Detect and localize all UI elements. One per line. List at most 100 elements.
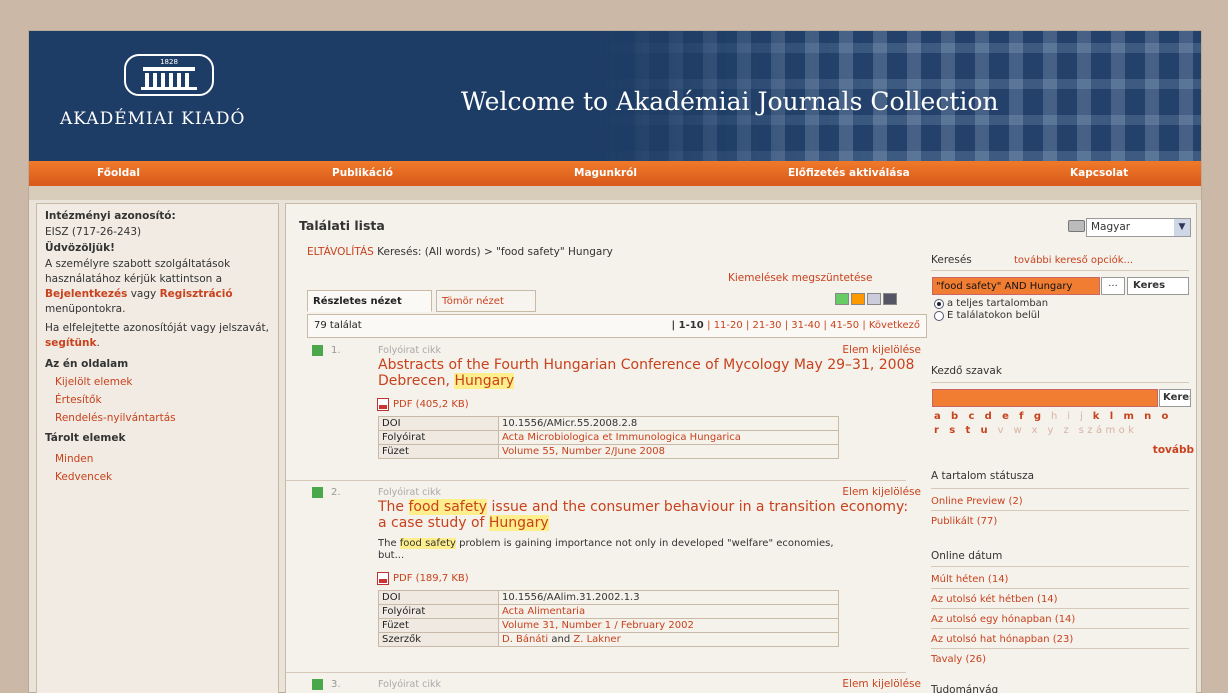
- page-link-11-20[interactable]: | 11-20: [707, 320, 746, 331]
- filter-online-preview[interactable]: Online Preview (2): [931, 496, 1023, 507]
- result-checkbox-icon[interactable]: [312, 679, 323, 690]
- result-title-link[interactable]: Abstracts of the Fourth Hungarian Confer…: [378, 357, 918, 389]
- filter-last-two-weeks[interactable]: Az utolsó két hétben (14): [931, 594, 1058, 605]
- remove-link[interactable]: ELTÁVOLÍTÁS: [307, 246, 374, 258]
- online-date-label: Online dátum: [931, 550, 1003, 562]
- email-icon[interactable]: [867, 293, 881, 305]
- keywords-input[interactable]: [932, 389, 1158, 407]
- alpha-letters[interactable]: k l m n o: [1093, 411, 1172, 422]
- page-link-41-50[interactable]: | 41-50: [824, 320, 863, 331]
- menu-suffix: menüpontokra.: [45, 303, 126, 315]
- save-icon[interactable]: [883, 293, 897, 305]
- author-link[interactable]: Z. Lakner: [573, 634, 620, 645]
- result-separator: [286, 480, 906, 481]
- meta-key: Folyóirat: [378, 430, 499, 445]
- divider: [931, 628, 1189, 629]
- result-item: 1. Folyóirat cikk Elem kijelölése Abstra…: [307, 342, 927, 472]
- more-search-options-link[interactable]: további kereső opciók...: [1014, 255, 1133, 266]
- alphabet-row[interactable]: a b c d e f g h i j k l m n o: [934, 411, 1192, 422]
- field-label: Tudományág: [931, 684, 999, 693]
- issue-link[interactable]: Volume 31, Number 1 / February 2002: [498, 618, 839, 633]
- register-link[interactable]: Regisztráció: [160, 288, 233, 300]
- marked-items-link[interactable]: Kijelölt elemek: [45, 375, 270, 390]
- nav-about[interactable]: Magunkról: [574, 167, 637, 179]
- divider: [931, 566, 1189, 567]
- authors-value: D. Bánáti and Z. Lakner: [498, 632, 839, 647]
- clear-highlights-link[interactable]: Kiemelések megszüntetése: [728, 272, 872, 284]
- login-link[interactable]: Bejelentkezés: [45, 288, 127, 300]
- search-input[interactable]: "food safety" AND Hungary: [932, 277, 1100, 295]
- highlight-term: food safety: [408, 499, 488, 515]
- notifications-link[interactable]: Értesítők: [45, 393, 270, 408]
- keywords-search-button[interactable]: Keres: [1159, 389, 1191, 407]
- alpha-letters[interactable]: r s t u: [934, 425, 991, 436]
- all-items-link[interactable]: Minden: [45, 452, 270, 467]
- pdf-icon: [377, 398, 389, 411]
- order-history-link[interactable]: Rendelés-nyilvántartás: [45, 411, 270, 426]
- page-title: Találati lista: [299, 218, 385, 233]
- filter-last-six-months[interactable]: Az utolsó hat hónapban (23): [931, 634, 1073, 645]
- page-link-21-30[interactable]: | 21-30: [746, 320, 785, 331]
- tab-compact-view[interactable]: Tömör nézet: [436, 290, 536, 312]
- radio-within-results[interactable]: E találatokon belül: [934, 310, 1040, 321]
- page-link-31-40[interactable]: | 31-40: [785, 320, 824, 331]
- divider: [931, 270, 1189, 271]
- page-link-next[interactable]: | Következő: [862, 320, 920, 331]
- search-button[interactable]: Keres: [1127, 277, 1189, 295]
- institution-id-value: EISZ (717-26-243): [45, 226, 142, 238]
- result-number: 1.: [312, 345, 341, 356]
- filter-last-week[interactable]: Múlt héten (14): [931, 574, 1008, 585]
- filter-last-year[interactable]: Tavaly (26): [931, 654, 986, 665]
- search-options-button[interactable]: ...: [1101, 277, 1125, 295]
- result-checkbox-icon[interactable]: [312, 487, 323, 498]
- logo-year: 1828: [160, 58, 178, 66]
- result-num: 3.: [331, 679, 341, 690]
- pdf-link[interactable]: PDF (189,7 KB): [377, 572, 469, 585]
- select-item-link[interactable]: Elem kijelölése: [842, 344, 921, 356]
- rss-icon[interactable]: [851, 293, 865, 305]
- hits-bar: 79 találat | 1-10 | 11-20 | 21-30 | 31-4…: [307, 314, 927, 338]
- select-item-link[interactable]: Elem kijelölése: [842, 486, 921, 498]
- radio-all-content[interactable]: a teljes tartalomban: [934, 298, 1048, 309]
- result-num: 2.: [331, 487, 341, 498]
- divider: [931, 488, 1189, 489]
- filter-last-month[interactable]: Az utolsó egy hónapban (14): [931, 614, 1075, 625]
- select-item-link[interactable]: Elem kijelölése: [842, 678, 921, 690]
- result-number: 3.: [312, 679, 341, 690]
- page-current: | 1-10: [671, 320, 708, 331]
- export-icon[interactable]: [835, 293, 849, 305]
- favorites-link[interactable]: Kedvencek: [45, 470, 270, 485]
- alphabet-row[interactable]: r s t u v w x y z számok: [934, 425, 1192, 436]
- more-link[interactable]: tovább: [1153, 444, 1194, 456]
- nav-home[interactable]: Főoldal: [97, 167, 140, 179]
- academy-building-icon: 1828: [124, 54, 214, 96]
- result-meta-table: DOI 10.1556/AAlim.31.2002.1.3 Folyóirat Ac…: [378, 590, 839, 647]
- result-type: Folyóirat cikk: [378, 345, 441, 356]
- nav-subscription-activation[interactable]: Előfizetés aktiválása: [788, 167, 910, 179]
- result-title-link[interactable]: The food safety issue and the consumer b…: [378, 499, 918, 531]
- author-link[interactable]: D. Bánáti: [502, 634, 548, 645]
- pdf-link[interactable]: PDF (405,2 KB): [377, 398, 469, 411]
- search-label: Keresés: [931, 254, 972, 266]
- query-text: Keresés: (All words) > "food safety" Hun…: [373, 246, 613, 258]
- journal-link[interactable]: Acta Microbiologica et Immunologica Hung…: [498, 430, 839, 445]
- result-title-text: The: [378, 499, 409, 515]
- journal-link[interactable]: Acta Alimentaria: [498, 604, 839, 619]
- tab-detailed-view[interactable]: Részletes nézet: [307, 290, 432, 312]
- printer-icon[interactable]: [1068, 220, 1085, 232]
- issue-link[interactable]: Volume 55, Number 2/June 2008: [498, 444, 839, 459]
- nav-contact[interactable]: Kapcsolat: [1070, 167, 1128, 179]
- right-column: Magyar ▼ Keresés további kereső opciók...…: [926, 204, 1196, 693]
- language-select[interactable]: Magyar ▼: [1086, 218, 1191, 237]
- filter-published[interactable]: Publikált (77): [931, 516, 997, 527]
- result-checkbox-icon[interactable]: [312, 345, 323, 356]
- alpha-letters-disabled: v w x y z számok: [991, 425, 1138, 436]
- welcome-text: Üdvözöljük!: [45, 242, 115, 254]
- meta-key: Szerzők: [378, 632, 499, 647]
- divider: [931, 510, 1189, 511]
- publisher-logo[interactable]: 1828 AKADÉMIAI KIADÓ: [60, 49, 254, 129]
- alpha-letters[interactable]: a b c d e f g: [934, 411, 1044, 422]
- nav-publications[interactable]: Publikáció: [332, 167, 393, 179]
- keywords-label: Kezdő szavak: [931, 365, 1002, 377]
- help-link[interactable]: segítünk: [45, 337, 96, 349]
